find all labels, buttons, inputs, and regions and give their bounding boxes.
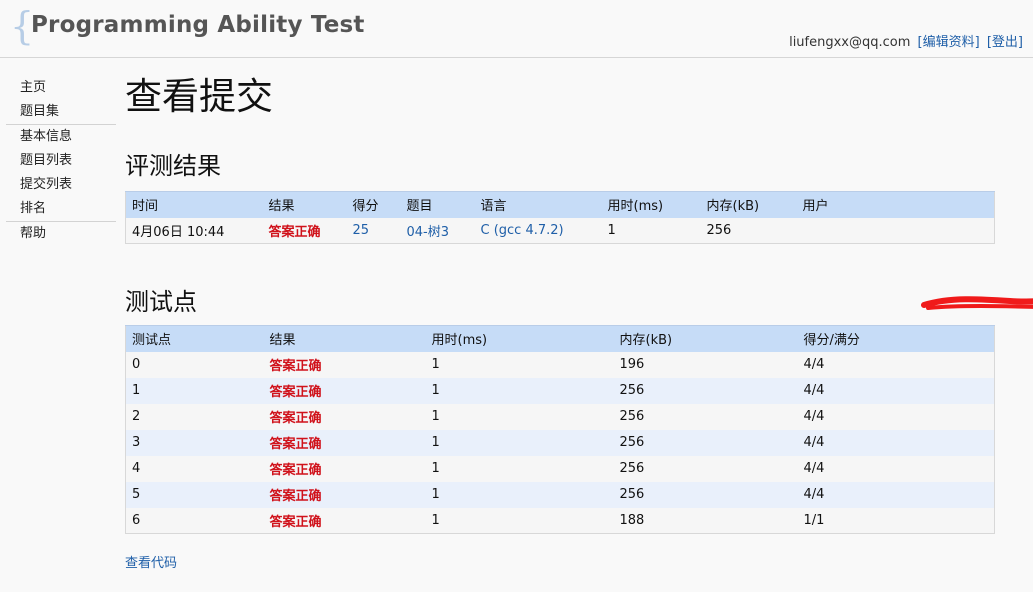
- test-score: 4/4: [797, 481, 995, 508]
- test-time: 1: [425, 403, 614, 430]
- test-time: 1: [425, 455, 614, 482]
- user-bar: liufengxx@qq.com [编辑资料] [登出]: [789, 31, 1023, 50]
- table-header-cell: 时间: [125, 191, 263, 218]
- sidebar: 主页 题目集 基本信息 题目列表 提交列表 排名 帮助: [6, 76, 116, 246]
- result-table: 时间 结果 得分 题目 语言 用时(ms) 内存(kB) 用户 4月06日 10…: [125, 191, 995, 244]
- test-time: 1: [425, 507, 614, 534]
- table-header-cell: 用时(ms): [425, 325, 614, 352]
- time-ms: 1: [601, 217, 701, 244]
- table-header-cell: 结果: [262, 191, 347, 218]
- sidebar-item-ranking[interactable]: 排名: [6, 197, 116, 221]
- test-score: 4/4: [797, 429, 995, 456]
- test-id: 2: [125, 403, 264, 430]
- problem-link[interactable]: 04-树3: [407, 225, 450, 240]
- test-result: 答案正确: [263, 429, 426, 456]
- test-id: 1: [125, 377, 264, 404]
- table-header-cell: 语言: [474, 191, 602, 218]
- test-time: 1: [425, 351, 614, 378]
- test-memory: 256: [613, 481, 798, 508]
- table-row: 2 答案正确 1 256 4/4: [125, 403, 995, 430]
- test-score: 4/4: [797, 351, 995, 378]
- language-link[interactable]: C (gcc 4.7.2): [481, 223, 564, 238]
- sidebar-item-problem-sets[interactable]: 题目集: [6, 100, 116, 124]
- table-row: 4 答案正确 1 256 4/4: [125, 455, 995, 482]
- test-time: 1: [425, 429, 614, 456]
- site-header: { Programming Ability Test liufengxx@qq.…: [0, 0, 1033, 58]
- table-row: 6 答案正确 1 188 1/1: [125, 507, 995, 534]
- table-row: 5 答案正确 1 256 4/4: [125, 481, 995, 508]
- test-memory: 256: [613, 429, 798, 456]
- table-header-cell: 用时(ms): [601, 191, 701, 218]
- test-memory: 256: [613, 455, 798, 482]
- test-result: 答案正确: [263, 351, 426, 378]
- table-header-cell: 用户: [796, 191, 995, 218]
- table-header-cell: 得分: [346, 191, 401, 218]
- table-header-cell: 测试点: [125, 325, 264, 352]
- test-score: 4/4: [797, 403, 995, 430]
- submit-time: 4月06日 10:44: [125, 217, 263, 244]
- logout-link[interactable]: [登出]: [987, 35, 1023, 50]
- table-header-cell: 得分/满分: [797, 325, 995, 352]
- table-header-cell: 题目: [400, 191, 475, 218]
- test-memory: 188: [613, 507, 798, 534]
- test-score: 1/1: [797, 507, 995, 534]
- table-row: 1 答案正确 1 256 4/4: [125, 377, 995, 404]
- test-id: 5: [125, 481, 264, 508]
- table-header-cell: 结果: [263, 325, 426, 352]
- result-section-title: 评测结果: [125, 152, 221, 180]
- page-title: 查看提交: [125, 75, 273, 118]
- test-memory: 256: [613, 403, 798, 430]
- table-row: 4月06日 10:44 答案正确 25 04-树3 C (gcc 4.7.2) …: [125, 217, 995, 244]
- test-id: 4: [125, 455, 264, 482]
- sidebar-item-help[interactable]: 帮助: [6, 222, 116, 246]
- edit-profile-link[interactable]: [编辑资料]: [918, 35, 980, 50]
- site-title[interactable]: Programming Ability Test: [31, 12, 365, 38]
- main-content: 查看提交 评测结果 时间 结果 得分 题目 语言 用时(ms) 内存(kB) 用…: [125, 70, 1033, 571]
- memory-kb: 256: [700, 217, 797, 244]
- table-row: 3 答案正确 1 256 4/4: [125, 429, 995, 456]
- test-result: 答案正确: [263, 377, 426, 404]
- user-cell: [796, 217, 995, 244]
- test-time: 1: [425, 377, 614, 404]
- user-email: liufengxx@qq.com: [789, 35, 911, 50]
- tests-section-title: 测试点: [125, 288, 197, 316]
- test-score: 4/4: [797, 377, 995, 404]
- table-header-row: 时间 结果 得分 题目 语言 用时(ms) 内存(kB) 用户: [125, 191, 995, 218]
- view-code-link[interactable]: 查看代码: [125, 552, 177, 571]
- score-link[interactable]: 25: [353, 223, 370, 238]
- test-result: 答案正确: [263, 455, 426, 482]
- table-row: 0 答案正确 1 196 4/4: [125, 351, 995, 378]
- test-id: 0: [125, 351, 264, 378]
- test-score: 4/4: [797, 455, 995, 482]
- tests-table: 测试点 结果 用时(ms) 内存(kB) 得分/满分 0 答案正确 1 196 …: [125, 325, 995, 534]
- test-id: 3: [125, 429, 264, 456]
- sidebar-item-submission-list[interactable]: 提交列表: [6, 173, 116, 197]
- table-header-cell: 内存(kB): [700, 191, 797, 218]
- test-memory: 256: [613, 377, 798, 404]
- sidebar-item-home[interactable]: 主页: [6, 76, 116, 100]
- test-result: 答案正确: [263, 507, 426, 534]
- test-memory: 196: [613, 351, 798, 378]
- result-status: 答案正确: [262, 217, 347, 244]
- test-result: 答案正确: [263, 481, 426, 508]
- test-id: 6: [125, 507, 264, 534]
- table-header-cell: 内存(kB): [613, 325, 798, 352]
- sidebar-item-problem-list[interactable]: 题目列表: [6, 149, 116, 173]
- test-time: 1: [425, 481, 614, 508]
- sidebar-item-basic-info[interactable]: 基本信息: [6, 125, 116, 149]
- table-header-row: 测试点 结果 用时(ms) 内存(kB) 得分/满分: [125, 325, 995, 352]
- test-result: 答案正确: [263, 403, 426, 430]
- redaction-scribble: [921, 296, 1033, 310]
